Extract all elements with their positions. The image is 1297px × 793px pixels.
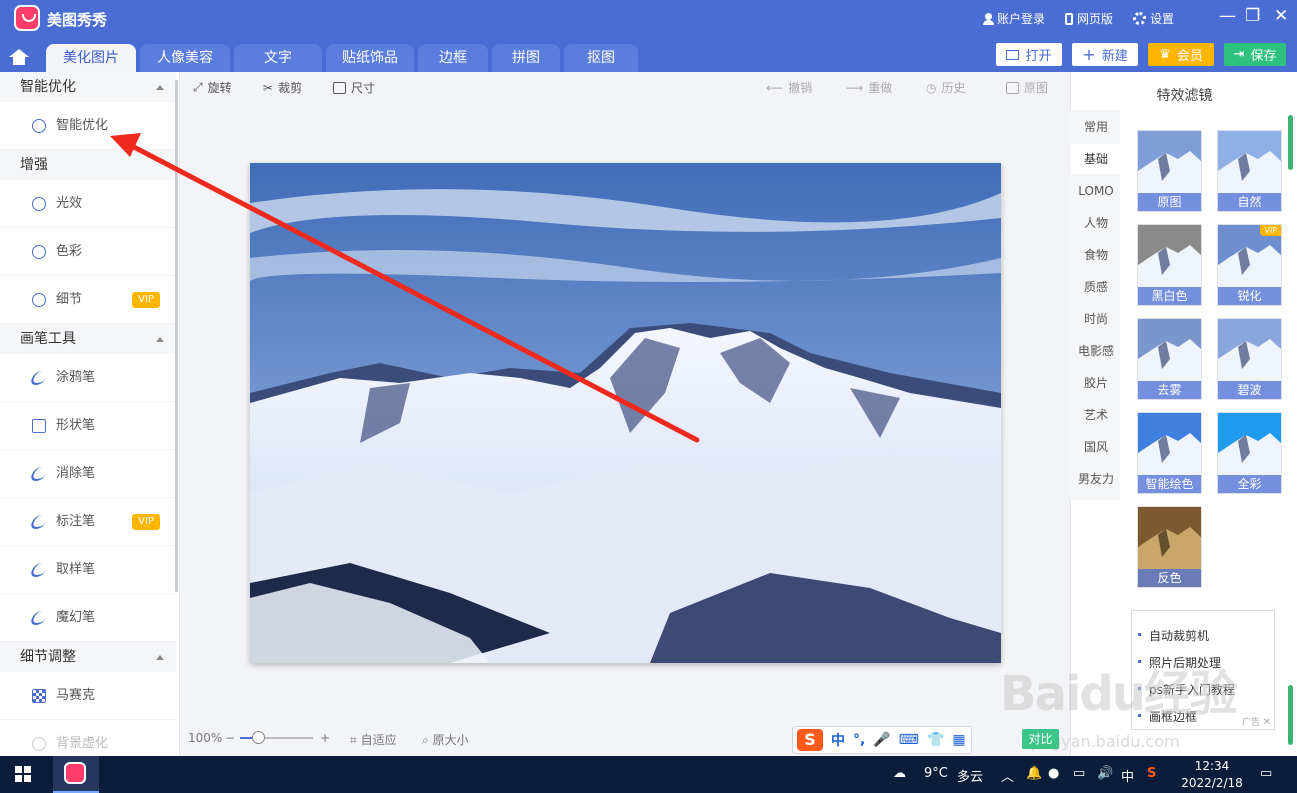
filter-label: 原图 — [1138, 193, 1201, 211]
zoom-slider-track[interactable] — [240, 737, 313, 739]
filter-thumb[interactable]: 碧波 — [1217, 318, 1282, 400]
shirt-icon[interactable]: 👕 — [927, 732, 944, 748]
filter-label: 全彩 — [1218, 475, 1281, 493]
ime-mode[interactable]: 中 — [831, 730, 845, 750]
taskbar: ☁ 9°C 多云 ︿ 🔔 ● ▭ 🔊 中 S 12:34 2022/2/18 ▭ — [0, 756, 1297, 793]
compare-button[interactable]: 对比 — [1022, 729, 1059, 749]
ime-lang-indicator[interactable]: 中 — [1121, 766, 1134, 785]
filter-panel-title: 特效滤镜 — [1156, 88, 1213, 104]
filter-thumb[interactable]: 黑白色 — [1137, 224, 1202, 306]
zoom-slider-knob[interactable] — [252, 731, 265, 744]
filter-scrollbar[interactable] — [1288, 115, 1293, 170]
filter-category[interactable]: LOMO — [1071, 176, 1121, 206]
tray-app-icon[interactable]: ● — [1048, 766, 1059, 781]
filter-thumb[interactable]: 去雾 — [1137, 318, 1202, 400]
tray-chevron-icon[interactable]: ︿ — [1001, 766, 1014, 785]
zoom-in-button[interactable]: + — [320, 731, 330, 745]
filter-label: 智能绘色 — [1138, 475, 1201, 493]
zoom-out-button[interactable]: − — [225, 731, 235, 745]
meitu-app-icon — [64, 762, 86, 784]
panel-scrollbar[interactable] — [1288, 685, 1293, 745]
filter-category[interactable]: 男友力 — [1071, 464, 1121, 494]
filter-label: 去雾 — [1138, 381, 1201, 399]
actual-label: 原大小 — [432, 733, 469, 747]
filter-label: 反色 — [1138, 569, 1201, 587]
filter-thumb[interactable]: 反色 — [1137, 506, 1202, 588]
zoom-level: 100% — [188, 731, 223, 745]
filter-category[interactable]: 艺术 — [1071, 400, 1121, 430]
filter-category[interactable]: 质感 — [1071, 272, 1121, 302]
grid-icon[interactable]: ▦ — [952, 732, 965, 748]
weather-temp[interactable]: 9°C — [924, 766, 948, 781]
actual-size-button[interactable]: ⌕ 原大小 — [422, 731, 469, 748]
filter-label: 碧波 — [1218, 381, 1281, 399]
filter-category[interactable]: 电影感 — [1071, 336, 1121, 366]
notification-center-icon[interactable]: ▭ — [1260, 766, 1272, 781]
filter-thumb[interactable]: 智能绘色 — [1137, 412, 1202, 494]
filter-label: 锐化 — [1218, 287, 1281, 305]
ad-tag: 广告 — [1241, 718, 1260, 728]
sogou-logo-icon: S — [797, 729, 823, 751]
filter-thumb[interactable]: 自然 — [1217, 130, 1282, 212]
baidu-watermark: Baidu经验 — [1000, 666, 1238, 722]
ime-toolbar[interactable]: S 中 °, 🎤 ⌨ 👕 ▦ — [792, 726, 972, 754]
filter-category[interactable]: 食物 — [1071, 240, 1121, 270]
filter-label: 自然 — [1218, 193, 1281, 211]
network-icon[interactable]: ▭ — [1073, 766, 1085, 781]
filter-thumb[interactable]: 锐化 VIP — [1217, 224, 1282, 306]
system-clock[interactable]: 12:34 2022/2/18 — [1177, 758, 1247, 792]
fit-button[interactable]: ⌗ 自适应 — [350, 731, 397, 748]
ad-close-icon[interactable]: ✕ — [1263, 717, 1271, 728]
clock-time: 12:34 — [1194, 759, 1230, 773]
filter-category[interactable]: 常用 — [1071, 112, 1121, 142]
clock-date: 2022/2/18 — [1181, 776, 1243, 790]
notification-bell-icon[interactable]: 🔔 — [1026, 766, 1042, 781]
ad-item[interactable]: 自动裁剪机 — [1137, 627, 1209, 644]
filter-category[interactable]: 胶片 — [1071, 368, 1121, 398]
vip-badge: VIP — [1260, 225, 1281, 236]
filter-category[interactable]: 基础 — [1071, 144, 1121, 174]
ime-punct[interactable]: °, — [853, 732, 865, 748]
fit-label: 自适应 — [360, 733, 397, 747]
filter-label: 黑白色 — [1138, 287, 1201, 305]
taskbar-meitu-app[interactable] — [53, 756, 99, 793]
filter-category[interactable]: 人物 — [1071, 208, 1121, 238]
mic-icon[interactable]: 🎤 — [873, 732, 890, 748]
filter-thumb[interactable]: 原图 — [1137, 130, 1202, 212]
filter-category[interactable]: 国风 — [1071, 432, 1121, 462]
cloud-icon: ☁ — [893, 766, 906, 781]
filter-thumb[interactable]: 全彩 — [1217, 412, 1282, 494]
keyboard-icon[interactable]: ⌨ — [899, 732, 919, 748]
windows-start-icon[interactable] — [15, 766, 31, 782]
sogou-tray-icon[interactable]: S — [1147, 766, 1156, 781]
fit-icon: ⌗ — [350, 733, 357, 747]
filter-category[interactable]: 时尚 — [1071, 304, 1121, 334]
magnifier-icon: ⌕ — [422, 733, 429, 747]
weather-desc[interactable]: 多云 — [957, 766, 983, 785]
volume-icon[interactable]: 🔊 — [1097, 766, 1113, 781]
